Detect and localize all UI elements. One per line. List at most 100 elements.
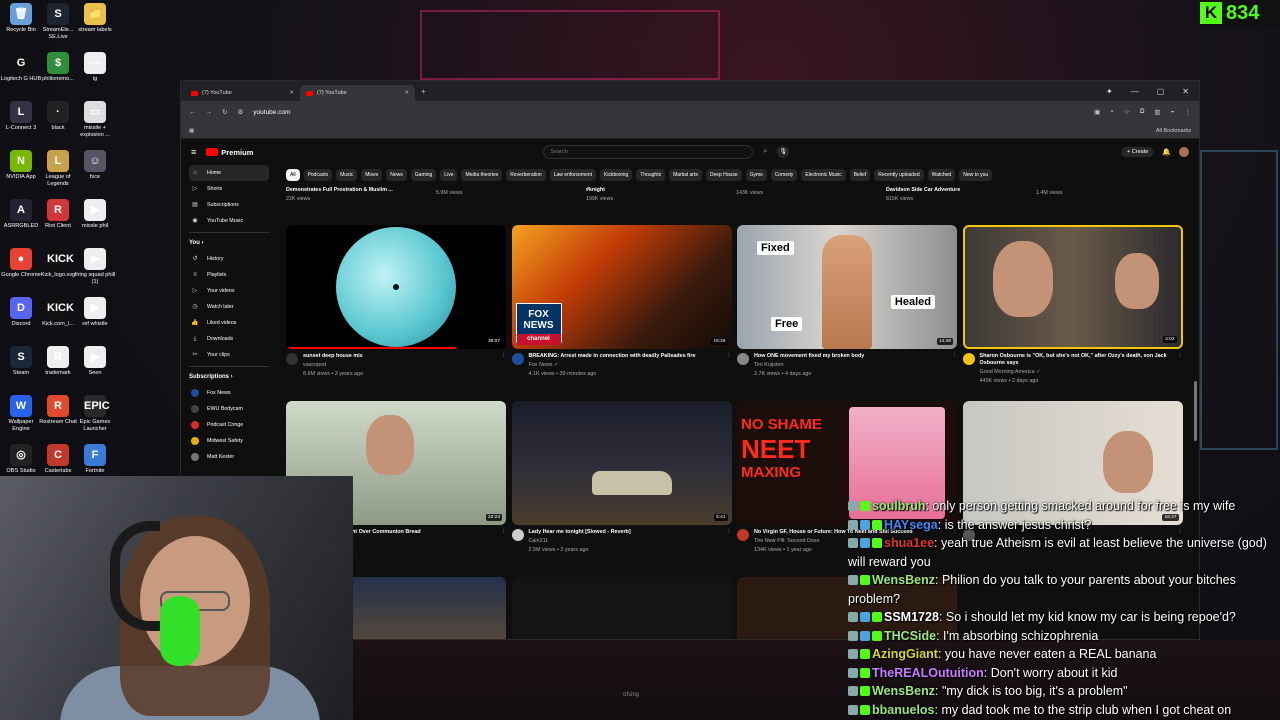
filter-chip[interactable]: Law enforcement xyxy=(549,169,597,181)
subscription-item[interactable]: Podcast Cringe xyxy=(189,417,276,433)
desktop-icon[interactable]: R Restream Chat xyxy=(37,395,79,426)
account-avatar[interactable] xyxy=(1179,147,1189,157)
desktop-icon[interactable]: W Wallpaper Engine xyxy=(0,395,42,432)
video-thumbnail[interactable]: FOX NEWS channel 15:26 xyxy=(511,225,732,349)
filter-chip[interactable]: Media theories xyxy=(461,169,503,181)
notifications-bell-icon[interactable]: 🔔 xyxy=(1162,148,1171,156)
filter-chip[interactable]: News xyxy=(386,169,407,181)
chat-username[interactable]: shua1ee xyxy=(884,536,934,550)
filter-chip[interactable]: All xyxy=(286,169,300,181)
video-card[interactable] xyxy=(511,577,732,639)
desktop-icon[interactable]: KICK Kick_logo.svg xyxy=(37,248,79,279)
desktop-icon[interactable]: EPIC Epic Games Launcher xyxy=(74,395,116,432)
desktop-icon[interactable]: $ philionemo... xyxy=(37,52,79,83)
browser-tab-2[interactable]: (7) YouTube ✕ xyxy=(300,85,415,101)
previous-video-meta[interactable]: #knight 199K views xyxy=(586,187,726,202)
desktop-icon[interactable]: ☺ fsce xyxy=(74,150,116,181)
filter-chip[interactable]: Recently uploaded xyxy=(874,169,924,181)
chat-username[interactable]: WensBenz xyxy=(872,573,935,587)
video-title[interactable]: #knight xyxy=(586,187,726,193)
previous-video-meta[interactable]: 1.4M views xyxy=(1036,187,1176,196)
video-thumbnail[interactable]: 5:41 xyxy=(511,401,732,525)
page-scrollbar[interactable] xyxy=(1194,381,1197,441)
sidebar-item-your-videos[interactable]: ▷ Your videos xyxy=(189,283,276,299)
desktop-icon[interactable]: A ASRRGBLED xyxy=(0,199,42,230)
zoom-icon[interactable]: ⌕ xyxy=(1110,108,1114,116)
chat-username[interactable]: soulbruh xyxy=(872,499,925,513)
chat-username[interactable]: HAYsega xyxy=(884,518,938,532)
sidebar-item-liked-videos[interactable]: 👍 Liked videos xyxy=(189,315,276,331)
filter-chip[interactable]: Thoughts xyxy=(636,169,666,181)
channel-name[interactable]: Good Morning America ✓ xyxy=(980,369,1173,376)
chat-username[interactable]: AzingGiant xyxy=(872,647,938,661)
new-tab-button[interactable]: + xyxy=(421,87,426,96)
bookmark-star-icon[interactable]: ☆ xyxy=(1124,108,1130,116)
channel-name[interactable]: Fox News ✓ xyxy=(529,362,696,369)
more-options-icon[interactable]: ⋮ xyxy=(952,353,957,377)
video-thumbnail[interactable]: 3:02 xyxy=(962,225,1183,349)
channel-name[interactable]: vascopod xyxy=(303,362,363,369)
more-options-icon[interactable]: ⋮ xyxy=(726,529,731,553)
close-tab-icon[interactable]: ✕ xyxy=(289,90,294,96)
desktop-icon[interactable]: N NVIDIA App xyxy=(0,150,42,181)
channel-avatar[interactable] xyxy=(962,353,975,365)
previous-video-meta[interactable]: 143K views xyxy=(736,187,876,196)
desktop-icon[interactable]: ● Google Chrome xyxy=(0,248,42,279)
reload-icon[interactable]: ↻ xyxy=(222,108,227,116)
desktop-icon[interactable]: F Fortnite xyxy=(74,444,116,475)
minimize-button[interactable]: — xyxy=(1131,87,1139,96)
desktop-icon[interactable]: ▶ missle phil xyxy=(74,199,116,230)
desktop-icon[interactable]: 📁 stream labels xyxy=(74,3,116,34)
previous-video-meta[interactable]: Davidson Side Car Adventure 815K views xyxy=(886,187,1026,202)
more-menu-icon[interactable]: ⋮ xyxy=(1185,108,1192,116)
filter-chip[interactable]: Deep House xyxy=(705,169,742,181)
search-input[interactable]: Search xyxy=(543,145,754,159)
desktop-icon[interactable]: G Logitech G HUB xyxy=(0,52,42,83)
channel-avatar[interactable] xyxy=(511,353,524,365)
url-field[interactable]: youtube.com xyxy=(253,109,290,116)
filter-chip[interactable]: Gyms xyxy=(745,169,767,181)
forward-icon[interactable]: → xyxy=(206,109,213,116)
desktop-icon[interactable]: ▭ missile + explosion ... xyxy=(74,101,116,138)
desktop-icon[interactable]: S StreamEle... SE.Live xyxy=(37,3,79,40)
desktop-icon[interactable]: KICK Kick.com_l... xyxy=(37,297,79,328)
desktop-icon[interactable]: L League of Legends xyxy=(37,150,79,187)
video-title[interactable]: Sharon Osbourne is "OK, but she's not OK… xyxy=(980,353,1173,367)
video-title[interactable]: How ONE movement fixed my broken body xyxy=(754,353,864,360)
browser-tab-1[interactable]: (7) YouTube ✕ xyxy=(185,85,300,101)
channel-avatar[interactable] xyxy=(511,529,524,541)
filter-chip[interactable]: Kickboxing xyxy=(600,169,633,181)
extensions-icon[interactable]: ⧉ xyxy=(1140,108,1145,116)
filter-chip[interactable]: New to you xyxy=(959,169,993,181)
video-thumbnail[interactable]: 38:07 xyxy=(286,225,506,349)
all-bookmarks-button[interactable]: All Bookmarks xyxy=(1156,128,1191,134)
sidebar-item-subscriptions[interactable]: ▤ Subscriptions xyxy=(189,197,276,213)
video-card[interactable]: 38:07 sunset deep house mix vascopod 8.6M v… xyxy=(286,225,506,377)
sidebar-item-shorts[interactable]: ▷ Shorts xyxy=(189,181,276,197)
search-icon[interactable]: ⌕ xyxy=(763,148,767,156)
chat-username[interactable]: TheREALOutuition xyxy=(872,666,984,680)
microphone-icon[interactable]: 🎙 xyxy=(777,146,790,158)
filter-chip[interactable]: Martial arts xyxy=(669,169,702,181)
sidebar-item-youtube-music[interactable]: ◉ YouTube Music xyxy=(189,213,276,229)
video-card[interactable]: Fixed Healed Free 14:48 How ONE movement fix… xyxy=(737,225,957,377)
video-title[interactable]: Davidson Side Car Adventure xyxy=(886,187,1026,193)
sidepanel-icon[interactable]: ▥ xyxy=(1154,108,1160,116)
filter-chip[interactable]: Gaming xyxy=(410,169,437,181)
desktop-icon[interactable]: ▶ firing squad phill (1) xyxy=(74,248,116,285)
video-title[interactable]: Demonstrates Full Prostration & Muslim .… xyxy=(286,187,426,193)
subscription-item[interactable]: Fox News xyxy=(189,385,276,401)
desktop-icon[interactable]: · black xyxy=(37,101,79,132)
previous-video-meta[interactable]: Demonstrates Full Prostration & Muslim .… xyxy=(286,187,426,202)
site-info-icon[interactable]: ⚙ xyxy=(237,108,243,116)
back-icon[interactable]: ← xyxy=(189,109,196,116)
subscriptions-section-header[interactable]: Subscriptions › xyxy=(189,371,276,383)
desktop-icon[interactable]: L L-Connect 3 xyxy=(0,101,42,132)
more-options-icon[interactable]: ⋮ xyxy=(501,353,506,377)
subscription-item[interactable]: Matt Kester xyxy=(189,449,276,465)
channel-name[interactable]: Cain211 xyxy=(529,538,631,545)
chat-username[interactable]: THCSide xyxy=(884,629,936,643)
desktop-icon[interactable]: C Casterlabs xyxy=(37,444,79,475)
desktop-icon[interactable]: Rtrademark xyxy=(37,346,79,377)
sidebar-item-watch-later[interactable]: ◷ Watch later xyxy=(189,299,276,315)
